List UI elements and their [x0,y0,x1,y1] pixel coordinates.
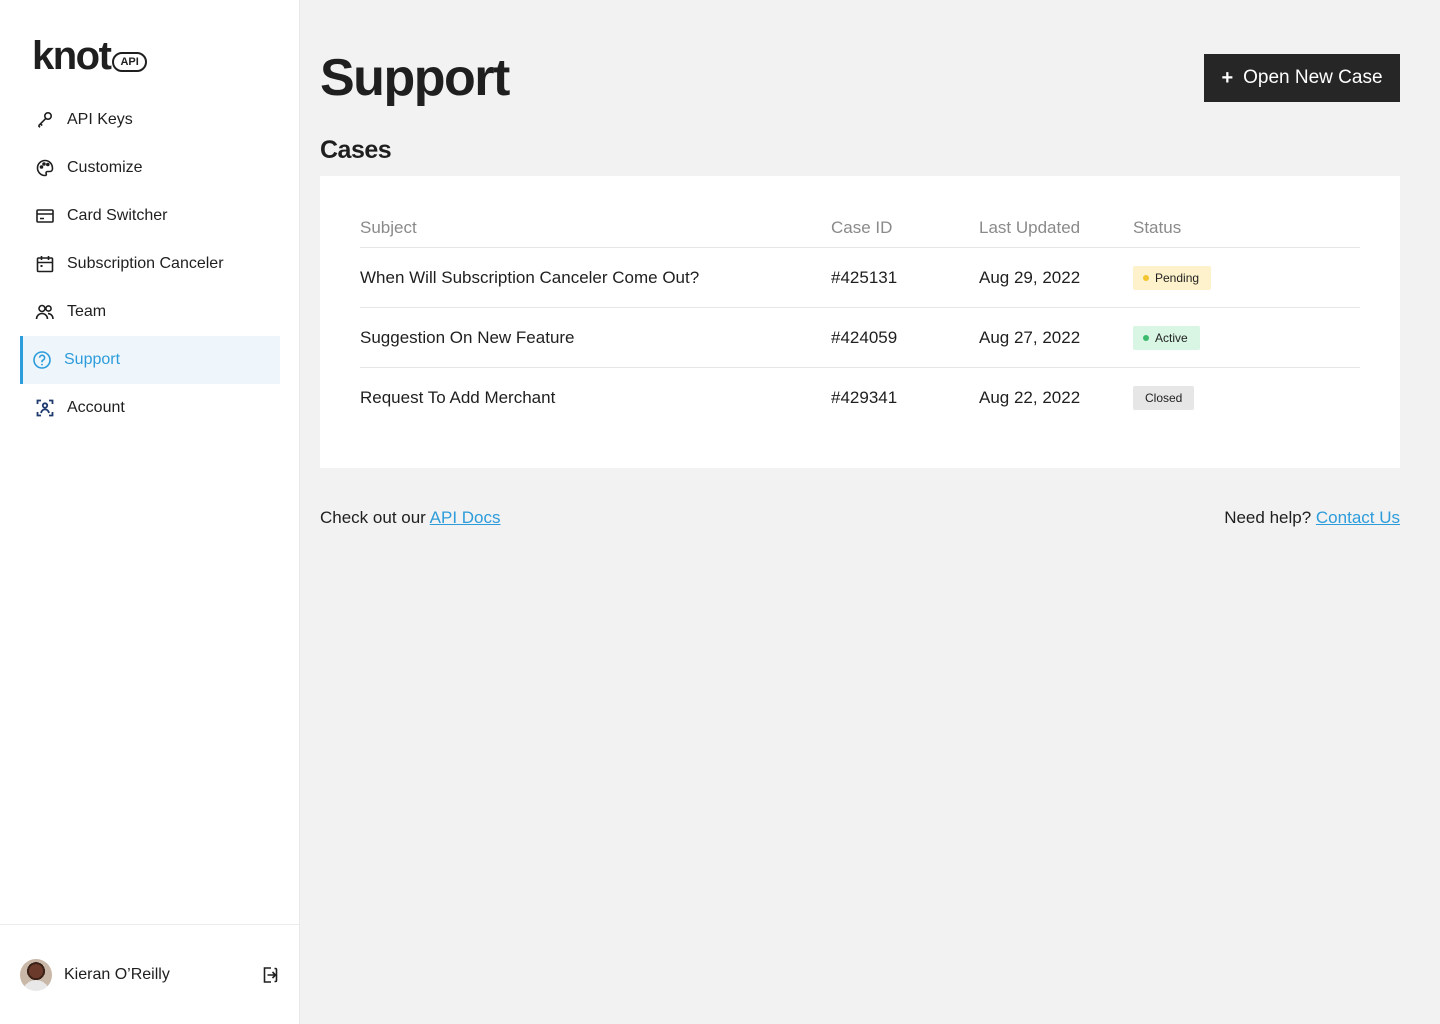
api-docs-prefix: Check out our [320,508,426,527]
sidebar-item-card-switcher[interactable]: Card Switcher [20,192,280,240]
sidebar-item-customize[interactable]: Customize [20,144,280,192]
sidebar-nav: API Keys Customize Card Switcher Subscri… [20,96,280,432]
open-new-case-button[interactable]: + Open New Case [1204,54,1400,102]
case-subject: Suggestion On New Feature [360,327,575,347]
calendar-icon [35,254,55,274]
column-header-subject: Subject [360,217,417,237]
sidebar-item-account[interactable]: Account [20,384,280,432]
table-header-row: Subject Case ID Last Updated Status [360,208,1360,248]
cases-table: Subject Case ID Last Updated Status When… [360,208,1360,428]
status-badge-label: Closed [1145,391,1183,405]
case-id: #424059 [831,327,898,347]
status-dot-icon [1143,274,1149,281]
table-row[interactable]: Suggestion On New Feature #424059 Aug 27… [360,308,1360,368]
column-header-status: Status [1133,217,1182,237]
sidebar-item-subscription-canceler[interactable]: Subscription Canceler [20,240,280,288]
user-name: Kieran O’Reilly [64,965,170,983]
plus-icon: + [1221,66,1234,89]
case-subject: Request To Add Merchant [360,388,556,407]
sidebar-item-label: Support [64,351,121,368]
team-icon [35,302,55,322]
cases-section-title: Cases [320,136,392,164]
help-note: Need help? Contact Us [1224,508,1400,528]
help-circle-icon [32,350,52,370]
sidebar-item-label: Card Switcher [67,207,168,224]
sidebar-item-label: Account [67,399,125,416]
case-id: #425131 [831,267,898,287]
case-status-cell: Active [1133,325,1360,350]
credit-card-icon [35,206,55,226]
column-header-case-id: Case ID [831,217,893,237]
key-icon [35,110,55,130]
api-docs-link[interactable]: API Docs [430,508,501,527]
account-scan-icon [35,398,55,418]
status-badge-label: Active [1155,330,1188,345]
contact-us-link[interactable]: Contact Us [1316,508,1400,527]
case-last-updated: Aug 29, 2022 [979,267,1081,287]
logo-wordmark: knot [32,34,112,78]
status-badge: Closed [1133,386,1195,410]
case-last-updated: Aug 27, 2022 [979,327,1081,347]
sidebar-item-label: Subscription Canceler [67,255,224,272]
status-badge-label: Pending [1155,270,1200,285]
sidebar-item-support[interactable]: Support [20,336,280,384]
api-docs-note: Check out our API Docs [320,508,501,528]
case-status-cell: Pending [1133,265,1360,290]
sidebar-item-label: API Keys [67,111,133,128]
status-badge: Pending [1133,265,1212,290]
case-status-cell: Closed [1133,386,1360,410]
case-subject: When Will Subscription Canceler Come Out… [360,267,700,287]
page-title: Support [320,49,510,107]
sidebar-item-label: Team [67,303,107,320]
sidebar-item-team[interactable]: Team [20,288,280,336]
sidebar: knot API API Keys Customize Card Switche… [0,0,300,1024]
avatar[interactable] [20,958,52,991]
case-last-updated: Aug 22, 2022 [979,388,1081,407]
table-row[interactable]: Request To Add Merchant #429341 Aug 22, … [360,368,1360,428]
table-row[interactable]: When Will Subscription Canceler Come Out… [360,248,1360,308]
cases-card: Subject Case ID Last Updated Status When… [320,176,1400,468]
sidebar-item-label: Customize [67,159,143,176]
open-new-case-label: Open New Case [1243,67,1383,88]
case-id: #429341 [831,388,898,407]
palette-icon [35,158,55,178]
logo-api-badge: API [112,52,147,72]
status-dot-icon [1143,334,1149,341]
help-prefix: Need help? [1224,508,1312,527]
status-badge: Active [1133,325,1200,350]
sidebar-item-api-keys[interactable]: API Keys [20,96,280,144]
logout-icon[interactable] [260,965,280,985]
user-profile-bar: Kieran O’Reilly [0,924,300,1024]
column-header-last-updated: Last Updated [979,217,1081,237]
knot-logo[interactable]: knot API [32,34,147,78]
